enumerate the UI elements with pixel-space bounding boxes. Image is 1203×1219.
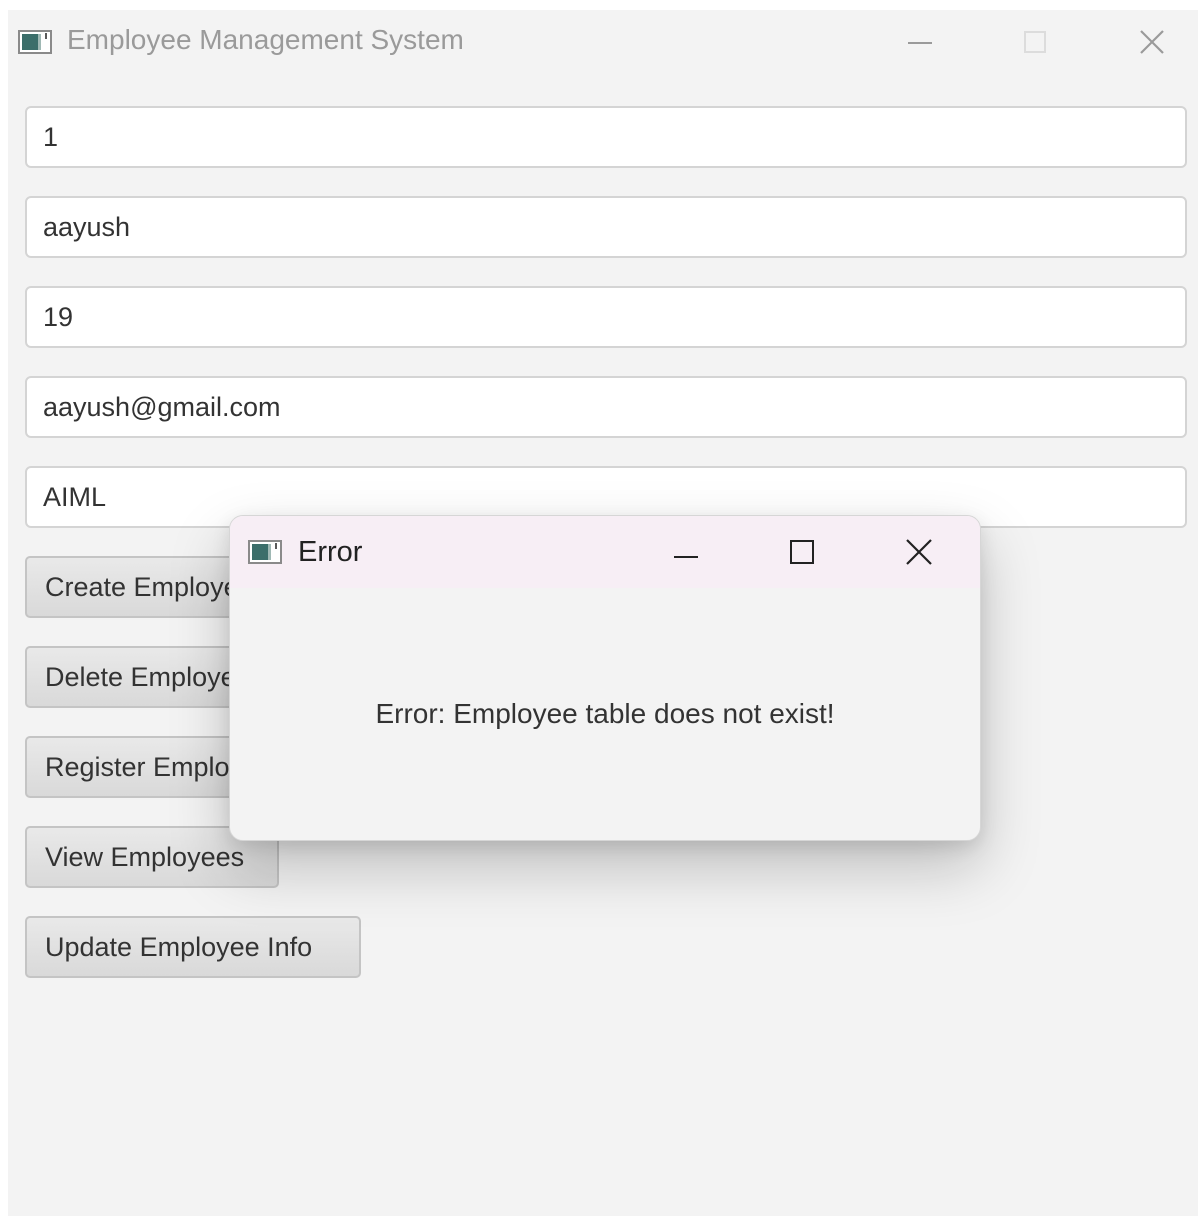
employee-email-field[interactable] [25,376,1187,438]
main-titlebar[interactable]: Employee Management System [8,10,1198,76]
app-window-icon [18,30,52,54]
error-message: Error: Employee table does not exist! [375,698,835,729]
error-dialog: Error Error: Employee table does not exi… [229,515,981,841]
maximize-icon [790,540,814,564]
dialog-close-button[interactable] [899,532,939,572]
maximize-button[interactable] [1015,22,1055,62]
error-dialog-titlebar[interactable]: Error [230,516,980,588]
close-icon [906,539,932,565]
minimize-icon [674,556,698,558]
close-icon [1140,30,1164,54]
dialog-app-icon [248,540,282,564]
error-dialog-title: Error [298,536,363,568]
employee-age-field[interactable] [25,286,1187,348]
update-employee-info-button[interactable]: Update Employee Info [25,916,361,978]
minimize-icon [908,42,932,44]
minimize-button[interactable] [900,22,940,62]
dialog-maximize-button[interactable] [782,532,822,572]
dialog-minimize-button[interactable] [666,532,706,572]
close-button[interactable] [1132,22,1172,62]
employee-name-field[interactable] [25,196,1187,258]
maximize-icon [1024,31,1046,53]
window-title: Employee Management System [67,24,464,55]
employee-id-field[interactable] [25,106,1187,168]
